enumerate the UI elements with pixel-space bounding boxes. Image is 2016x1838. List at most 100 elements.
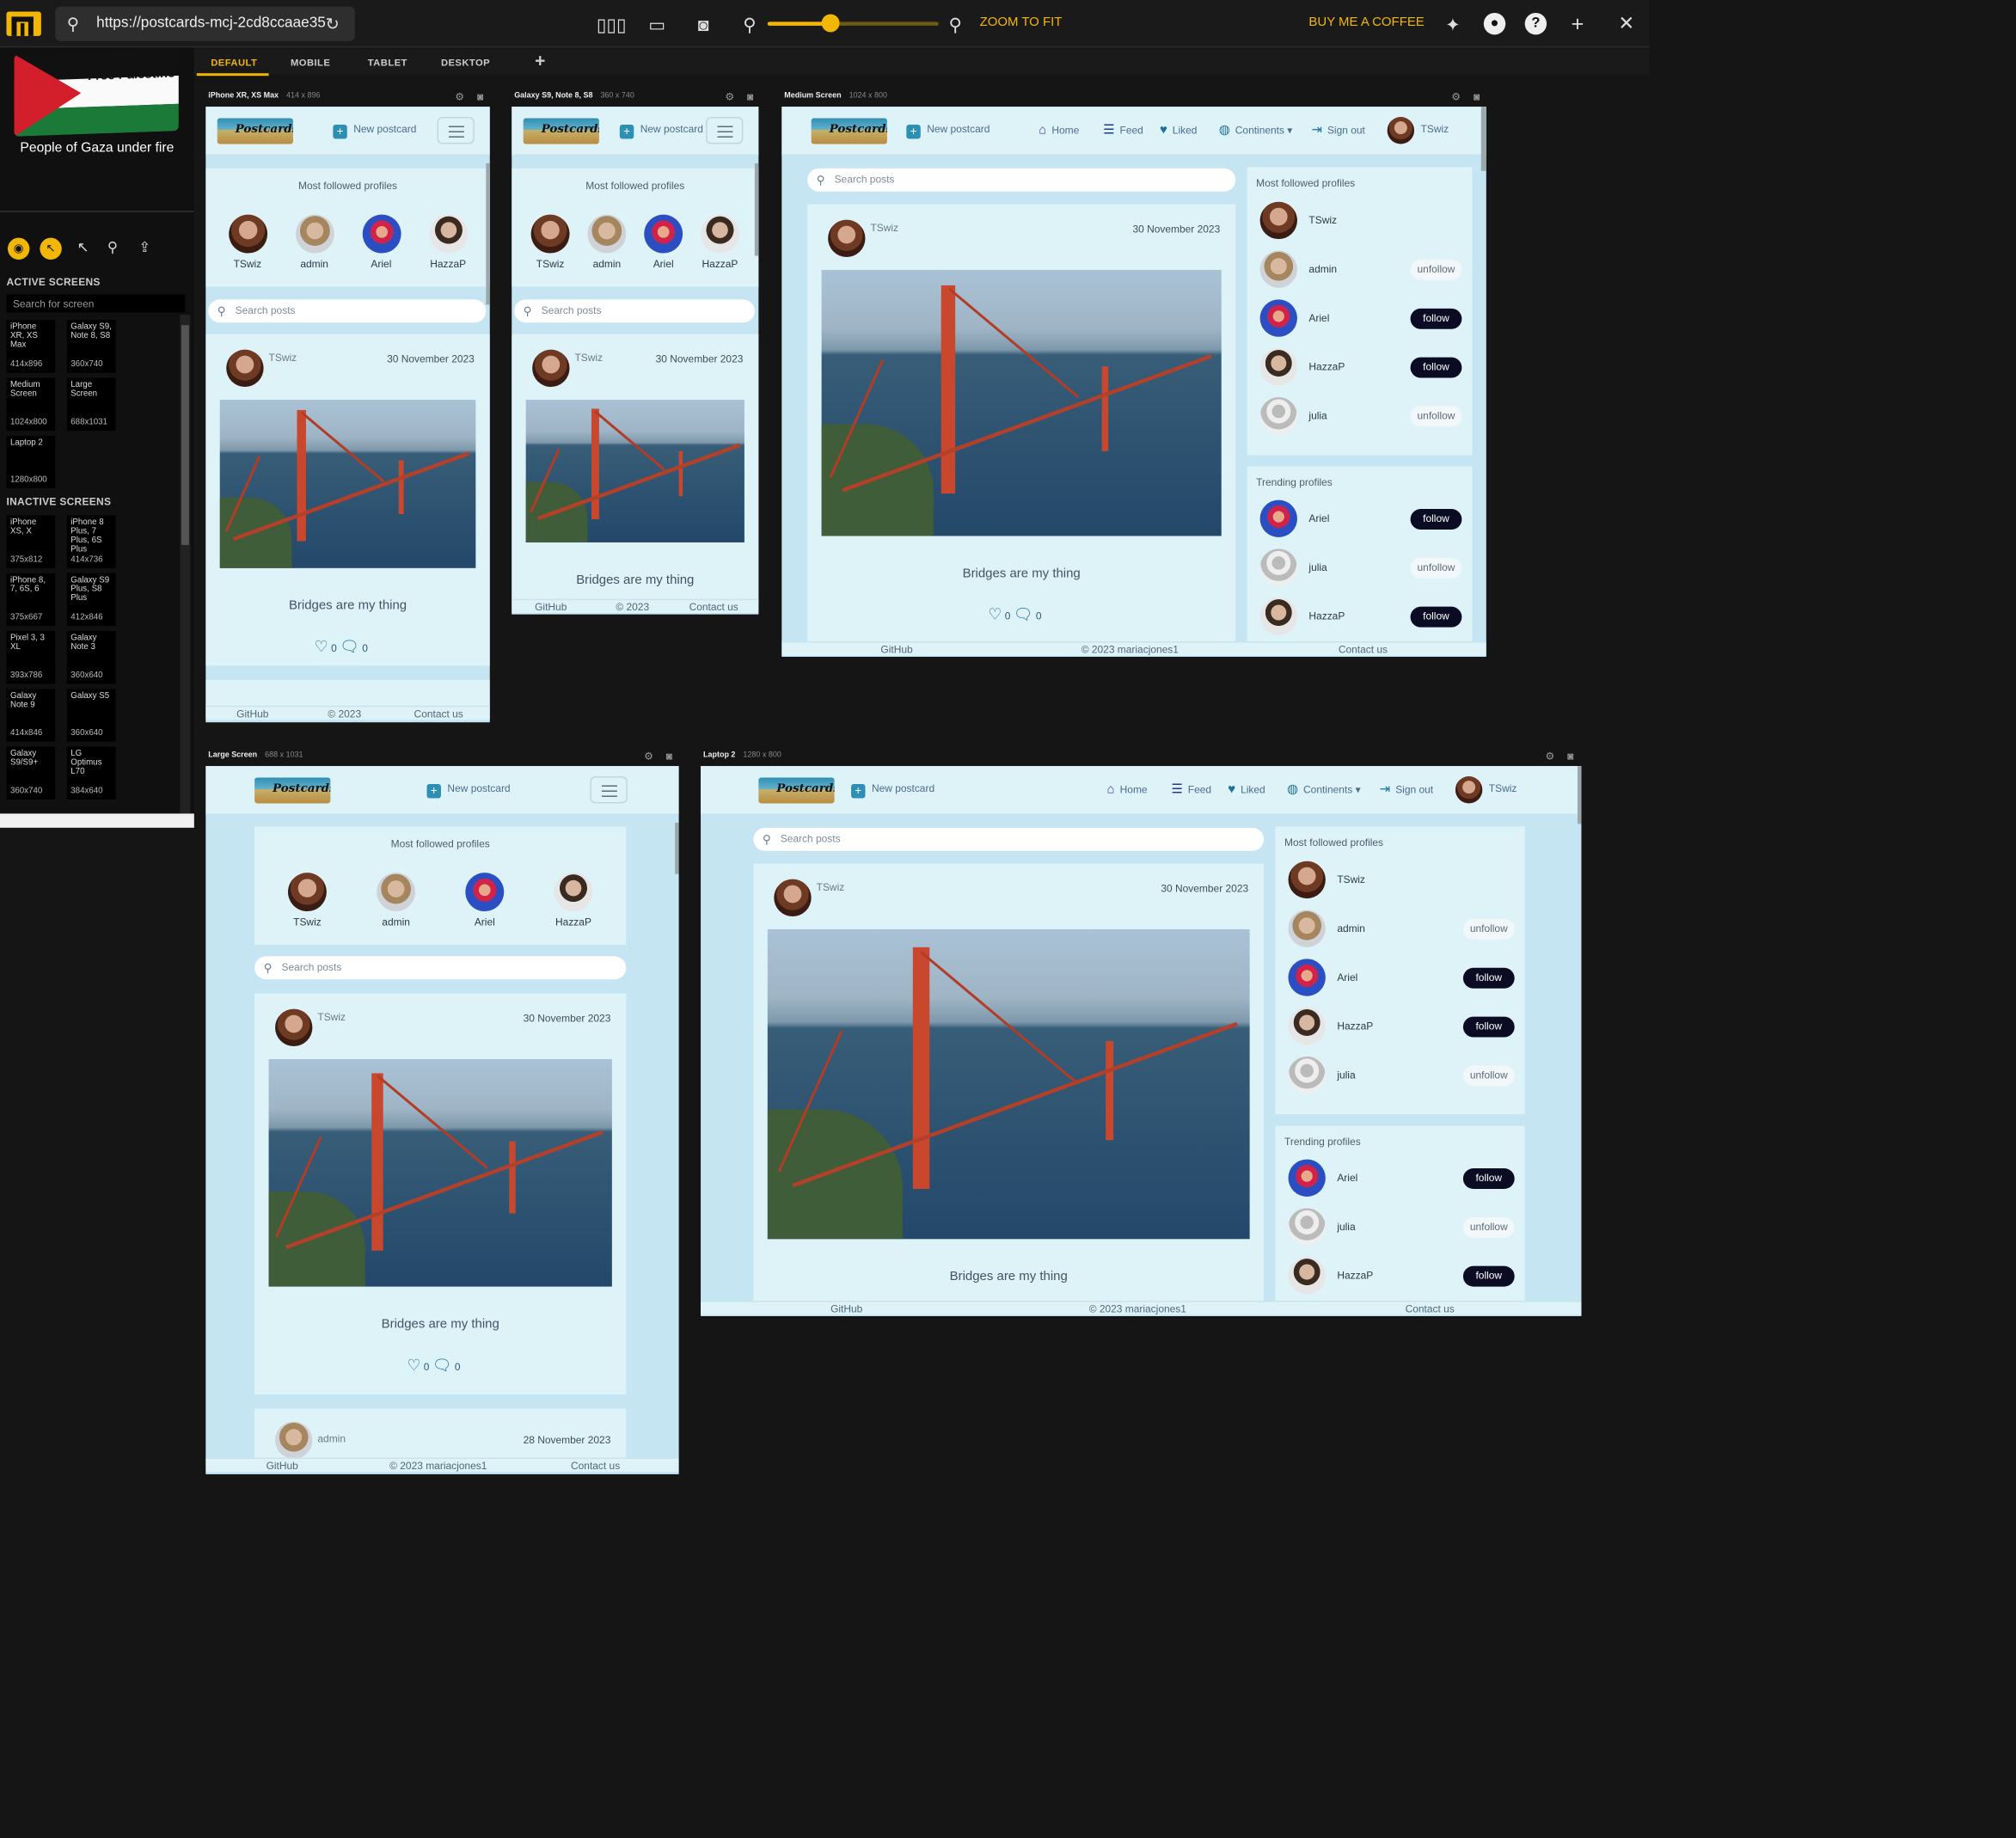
profile-name[interactable]: Ariel (446, 916, 524, 928)
device-item[interactable]: Galaxy Note 9 414x846 (6, 689, 56, 742)
github-icon[interactable]: ● (1483, 12, 1506, 35)
profile-name[interactable]: admin (358, 916, 435, 928)
github-link[interactable]: GitHub (236, 708, 268, 720)
contact-link[interactable]: Contact us (1406, 1303, 1455, 1314)
profile-avatar[interactable] (1288, 1056, 1326, 1094)
follow-button[interactable]: follow (1410, 357, 1462, 378)
close-icon[interactable]: ✕ (1615, 13, 1638, 36)
inspect-icon[interactable]: ⚲ (101, 238, 123, 260)
profile-avatar[interactable] (1288, 1257, 1326, 1295)
profile-name[interactable]: admin (1308, 263, 1337, 274)
profile-name[interactable]: admin (276, 259, 353, 270)
search-posts-input[interactable]: ⚲ Search posts (208, 299, 487, 323)
profile-avatar[interactable] (1259, 201, 1297, 240)
follow-button[interactable]: follow (1410, 509, 1462, 530)
zoom-out-icon[interactable]: ⚲ (738, 13, 761, 36)
unfollow-button[interactable]: unfollow (1410, 557, 1462, 579)
post-author[interactable]: TSwiz (817, 882, 845, 893)
menu-toggle-button[interactable] (706, 117, 744, 144)
postcards-logo[interactable]: Postcards (254, 777, 331, 804)
screenshot-icon[interactable]: ◙ (1471, 91, 1482, 102)
new-postcard-link[interactable]: + New postcard (851, 783, 934, 799)
settings-icon[interactable]: ⚙ (724, 91, 735, 102)
profile-avatar[interactable] (1259, 597, 1297, 635)
help-icon[interactable]: ? (1524, 12, 1547, 35)
comment-icon[interactable]: 🗨 (432, 1356, 452, 1374)
profile-name[interactable]: TSwiz (1337, 874, 1365, 885)
new-postcard-link[interactable]: + New postcard (619, 124, 703, 139)
profile-name[interactable]: Ariel (1337, 971, 1357, 983)
profile-name[interactable]: Ariel (1308, 312, 1329, 323)
profile-name[interactable]: Ariel (1308, 513, 1329, 524)
settings-icon[interactable]: ⚙ (1450, 91, 1461, 102)
post-author[interactable]: TSwiz (269, 352, 297, 364)
device-item[interactable]: iPhone 8 Plus, 7 Plus, 6S Plus 414x736 (66, 515, 116, 568)
github-link[interactable]: GitHub (830, 1303, 862, 1314)
device-item[interactable]: Galaxy S9/S9+ 360x740 (6, 746, 56, 800)
profile-avatar[interactable] (1288, 1159, 1326, 1197)
profile-name[interactable]: HazzaP (1337, 1020, 1373, 1032)
zoom-in-icon[interactable]: ⚲ (944, 13, 967, 36)
post-author-avatar[interactable] (532, 349, 570, 388)
screenshot-icon[interactable]: ◙ (1565, 751, 1576, 762)
profile-name[interactable]: julia (1337, 1069, 1355, 1081)
tab-desktop[interactable]: DESKTOP (441, 57, 490, 68)
profile-avatar[interactable] (554, 873, 593, 912)
device-item[interactable]: Pixel 3, 3 XL 393x786 (6, 631, 56, 684)
profile-avatar[interactable] (1288, 1008, 1326, 1045)
post-image[interactable] (767, 928, 1250, 1240)
profile-avatar[interactable] (1259, 250, 1297, 288)
follow-button[interactable]: follow (1410, 606, 1462, 628)
profile-avatar[interactable] (361, 214, 401, 254)
profile-name[interactable]: TSwiz (269, 916, 346, 928)
new-postcard-link[interactable]: + New postcard (906, 124, 990, 139)
mouse-mode-icon[interactable]: ◉ (7, 237, 30, 260)
profile-avatar[interactable] (530, 214, 570, 254)
postcards-logo[interactable]: Postcards (217, 118, 293, 144)
unfollow-button[interactable]: unfollow (1462, 1216, 1515, 1238)
nav-feed[interactable]: ☰ Feed (1171, 783, 1211, 797)
reload-icon[interactable]: ↻ (326, 6, 340, 40)
heart-icon[interactable]: ♡ (315, 638, 328, 656)
nav-liked[interactable]: ♥ Liked (1160, 124, 1197, 138)
settings-icon[interactable]: ⚙ (643, 751, 654, 762)
profile-avatar[interactable] (701, 214, 739, 254)
device-item[interactable]: Large Screen 688x1031 (66, 377, 116, 431)
profile-name[interactable]: TSwiz (1308, 215, 1337, 226)
profile-avatar[interactable] (287, 873, 327, 912)
profile-avatar[interactable] (465, 873, 505, 912)
follow-button[interactable]: follow (1462, 1265, 1515, 1287)
profile-name[interactable]: Ariel (1337, 1173, 1357, 1184)
unfollow-button[interactable]: unfollow (1462, 1065, 1515, 1087)
add-icon[interactable]: + (1566, 12, 1590, 36)
profile-avatar[interactable] (428, 214, 468, 254)
profile-avatar[interactable] (1259, 299, 1297, 337)
menu-toggle-button[interactable] (437, 117, 475, 144)
device-item[interactable]: Laptop 2 1280x800 (6, 435, 56, 489)
profile-avatar[interactable] (1259, 548, 1297, 586)
url-field[interactable]: ⚲ https://postcards-mcj-2cd8ccaae35 ↻ (55, 6, 355, 41)
profile-avatar[interactable] (377, 873, 416, 912)
buy-me-a-coffee-link[interactable]: BUY ME A COFFEE (1308, 15, 1424, 29)
post-author-avatar[interactable] (774, 879, 812, 917)
device-frame-icon[interactable]: ▭ (646, 13, 669, 36)
camera-icon[interactable]: ◙ (692, 13, 715, 36)
follow-button[interactable]: follow (1410, 308, 1462, 329)
profile-name[interactable]: julia (1337, 1221, 1355, 1232)
unfollow-button[interactable]: unfollow (1462, 918, 1515, 940)
screenshot-icon[interactable]: ◙ (475, 91, 486, 102)
post-author[interactable]: TSwiz (870, 223, 898, 234)
post-image[interactable] (268, 1058, 612, 1287)
device-item[interactable]: Galaxy S9 Plus, S8 Plus 412x846 (66, 573, 116, 627)
follow-button[interactable]: follow (1462, 1168, 1515, 1189)
upload-icon[interactable]: ⇪ (134, 238, 156, 260)
nav-home[interactable]: ⌂ Home (1039, 124, 1079, 138)
device-item[interactable]: iPhone XS, X 375x812 (6, 515, 56, 568)
profile-name[interactable]: HazzaP (535, 916, 612, 928)
contact-link[interactable]: Contact us (689, 602, 738, 613)
heart-icon[interactable]: ♡ (988, 605, 1002, 623)
device-item[interactable]: Galaxy S9, Note 8, S8 360x740 (66, 320, 116, 373)
github-link[interactable]: GitHub (880, 644, 912, 655)
screen-search-input[interactable]: Search for screen (6, 294, 186, 313)
profile-avatar[interactable] (587, 214, 627, 254)
